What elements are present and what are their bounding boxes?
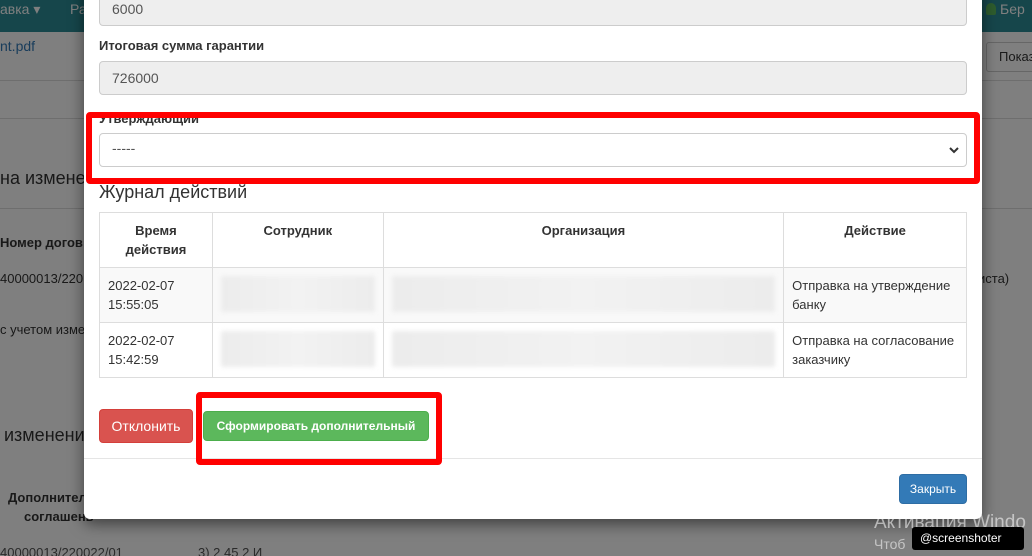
screenshoter-badge: @screenshoter (912, 527, 1024, 550)
previous-amount-field: 6000 (99, 0, 967, 26)
redacted-block (220, 331, 375, 367)
cell-organization-redacted (382, 267, 785, 323)
windows-activation-watermark-2: Чтоб (874, 536, 906, 552)
cell-employee-redacted (211, 322, 384, 378)
cell-employee-redacted (211, 267, 384, 323)
action-log-title: Журнал действий (99, 182, 248, 202)
table-row: 2022-02-07 15:55:05 Отправка на утвержде… (99, 267, 967, 323)
approver-select-value: ----- (112, 140, 136, 156)
cell-time: 2022-02-07 15:42:59 (99, 322, 213, 378)
form-additional-sheet-button[interactable]: Сформировать дополнительный лист (203, 411, 429, 461)
column-header-time: Время действия (99, 212, 213, 268)
table-header-row: Время действия Сотрудник Организация Дей… (99, 212, 967, 268)
column-header-action: Действие (783, 212, 967, 268)
column-header-organization: Организация (382, 212, 785, 268)
action-log-table: Время действия Сотрудник Организация Дей… (99, 212, 967, 378)
cell-action: Отправка на утверждение банку (783, 267, 967, 323)
total-guarantee-label: Итоговая сумма гарантии (99, 38, 265, 53)
total-guarantee-field: 726000 (99, 61, 967, 95)
modal-dialog: 6000 Итоговая сумма гарантии 726000 Утве… (84, 0, 982, 519)
cell-action: Отправка на согласование заказчику (783, 322, 967, 378)
close-button[interactable]: Закрыть (899, 474, 967, 504)
cell-time: 2022-02-07 15:55:05 (99, 267, 213, 323)
table-row: 2022-02-07 15:42:59 Отправка на согласов… (99, 322, 967, 378)
reject-button[interactable]: Отклонить (99, 409, 193, 443)
redacted-block (391, 276, 776, 312)
chevron-down-icon (949, 147, 959, 154)
redacted-block (391, 331, 776, 367)
cell-organization-redacted (382, 322, 785, 378)
approver-label: Утверждающий (99, 111, 200, 126)
column-header-employee: Сотрудник (211, 212, 384, 268)
approver-select[interactable]: ----- (99, 133, 967, 167)
redacted-block (220, 276, 375, 312)
modal-footer-divider (84, 458, 982, 459)
